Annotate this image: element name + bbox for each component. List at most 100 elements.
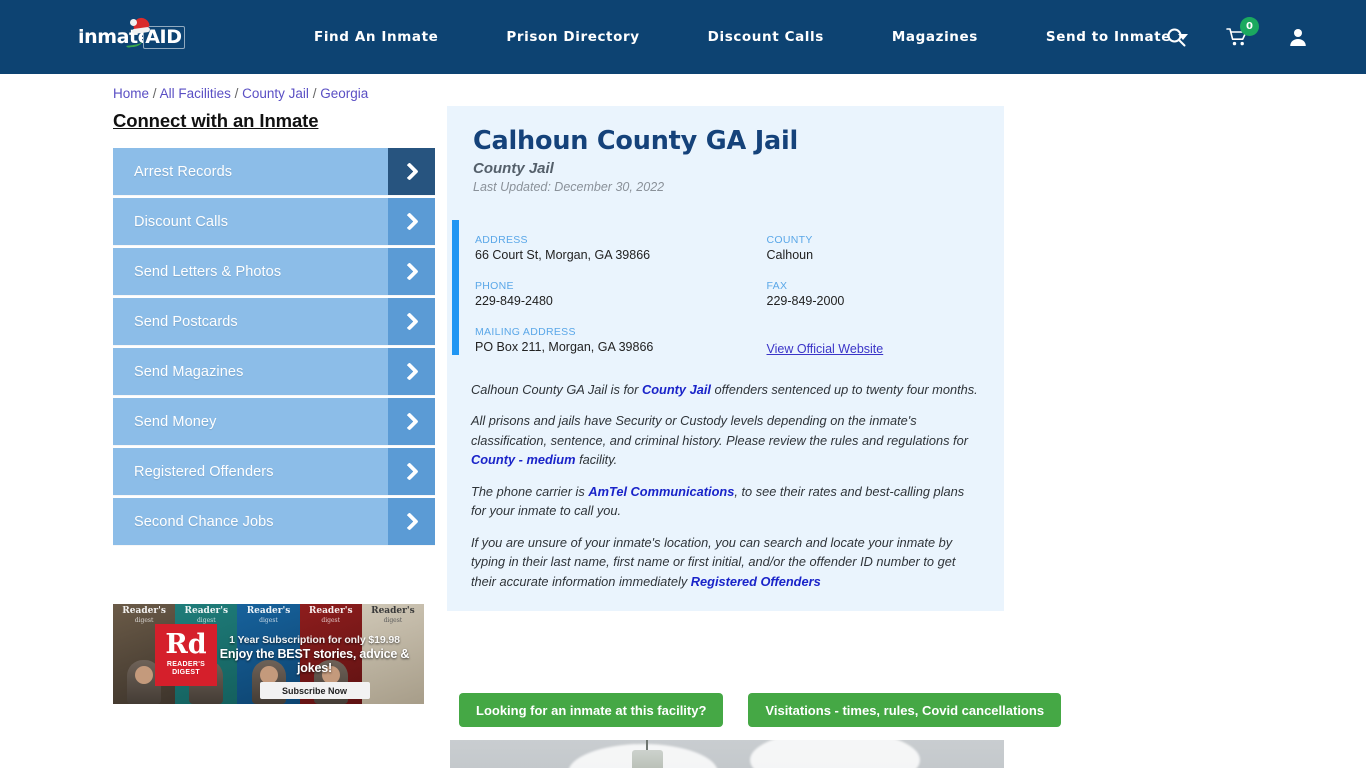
ad-cover-subtitle: digest bbox=[196, 617, 216, 624]
ad-cover-title: Reader's bbox=[122, 606, 166, 616]
ad-cover-title: Reader's bbox=[308, 606, 353, 616]
sidebar-item-label: Arrest Records bbox=[134, 163, 233, 180]
chevron-right-icon bbox=[388, 498, 435, 545]
address-value: 66 Court St, Morgan, GA 39866 bbox=[475, 248, 651, 262]
cart-count-badge: 0 bbox=[1240, 17, 1259, 36]
chevron-right-icon bbox=[388, 248, 435, 295]
p1-text-b: offenders sentenced up to twenty four mo… bbox=[710, 382, 978, 397]
shopping-cart-icon[interactable]: 0 bbox=[1226, 17, 1259, 47]
description-paragraph-4: If you are unsure of your inmate's locat… bbox=[471, 533, 980, 591]
sidebar-item-registered-offenders[interactable]: Registered Offenders bbox=[113, 448, 435, 495]
ad-magazine-cover: Reader's digest bbox=[299, 604, 362, 704]
sidebar-title: Connect with an Inmate bbox=[113, 110, 319, 131]
phone-label: PHONE bbox=[475, 280, 514, 292]
description-paragraph-3: The phone carrier is AmTel Communication… bbox=[471, 482, 980, 521]
breadcrumb-link-home[interactable]: Home bbox=[113, 86, 149, 101]
nav-label: Discount Calls bbox=[707, 29, 824, 45]
official-website-link[interactable]: View Official Website bbox=[767, 342, 1005, 356]
primary-nav: Find An Inmate Prison Directory Discount… bbox=[280, 29, 1222, 45]
nav-item-find-an-inmate[interactable]: Find An Inmate bbox=[280, 29, 472, 45]
sidebar: Connect with an Inmate Arrest Records Di… bbox=[113, 110, 435, 548]
p3-text-a: The phone carrier is bbox=[471, 483, 589, 499]
panel-accent-bar bbox=[452, 220, 459, 355]
mailing-address-label: MAILING ADDRESS bbox=[475, 326, 576, 338]
site-logo[interactable]: inmate AID bbox=[78, 16, 188, 57]
facility-description: Calhoun County GA Jail is for County Jai… bbox=[447, 372, 1004, 611]
contact-column-right: COUNTY Calhoun FAX 229-849-2000 View Off… bbox=[740, 234, 1005, 356]
sidebar-item-discount-calls[interactable]: Discount Calls bbox=[113, 198, 435, 245]
county-jail-link[interactable]: County Jail bbox=[642, 382, 711, 397]
sidebar-item-label: Send Magazines bbox=[134, 363, 244, 380]
ad-brand-logo: Rd READER'S DIGEST bbox=[155, 624, 217, 686]
ad-brand-initials: Rd bbox=[165, 629, 207, 661]
p1-text-a: Calhoun County GA Jail is for bbox=[471, 382, 642, 397]
visitations-button[interactable]: Visitations - times, rules, Covid cancel… bbox=[748, 693, 1062, 727]
nav-item-prison-directory[interactable]: Prison Directory bbox=[472, 29, 673, 45]
breadcrumb-separator: / bbox=[312, 86, 317, 101]
water-tower-tank bbox=[632, 750, 663, 768]
sidebar-item-label: Registered Offenders bbox=[134, 463, 274, 480]
chevron-right-icon bbox=[388, 398, 435, 445]
description-paragraph-1: Calhoun County GA Jail is for County Jai… bbox=[471, 380, 980, 399]
nav-label: Magazines bbox=[891, 29, 978, 45]
ad-cover-subtitle: digest bbox=[259, 617, 278, 624]
facility-info-card: Calhoun County GA Jail County Jail Last … bbox=[447, 106, 1004, 611]
sidebar-item-second-chance-jobs[interactable]: Second Chance Jobs bbox=[113, 498, 435, 545]
search-icon[interactable] bbox=[1166, 27, 1186, 47]
description-paragraph-2: All prisons and jails have Security or C… bbox=[471, 411, 980, 469]
user-account-icon[interactable] bbox=[1288, 27, 1308, 47]
registered-offenders-link[interactable]: Registered Offenders bbox=[691, 574, 821, 589]
breadcrumb-link-all-facilities[interactable]: All Facilities bbox=[160, 86, 231, 101]
breadcrumb-separator: / bbox=[152, 86, 157, 101]
ad-cover-title: Reader's bbox=[184, 606, 229, 616]
county-value: Calhoun bbox=[766, 248, 814, 262]
sidebar-item-label: Send Postcards bbox=[134, 313, 238, 330]
nav-label: Find An Inmate bbox=[314, 29, 439, 45]
ad-cover-subtitle: digest bbox=[383, 617, 403, 624]
nav-label: Send to Inmate bbox=[1045, 29, 1172, 45]
nav-utility-icons: 0 bbox=[1166, 17, 1308, 47]
breadcrumb: Home / All Facilities / County Jail / Ge… bbox=[113, 86, 368, 101]
chevron-right-icon bbox=[388, 298, 435, 345]
breadcrumb-link-georgia[interactable]: Georgia bbox=[320, 86, 368, 101]
santa-hat-icon bbox=[130, 16, 152, 35]
cta-button-row: Looking for an inmate at this facility? … bbox=[459, 693, 1062, 727]
nav-item-discount-calls[interactable]: Discount Calls bbox=[674, 29, 858, 45]
facility-contact-panel: ADDRESS 66 Court St, Morgan, GA 39866 PH… bbox=[447, 220, 1004, 372]
facility-header: Calhoun County GA Jail County Jail Last … bbox=[447, 126, 1004, 194]
mailing-address-value: PO Box 211, Morgan, GA 39866 bbox=[475, 340, 654, 354]
sidebar-item-send-money[interactable]: Send Money bbox=[113, 398, 435, 445]
amtel-communications-link[interactable]: AmTel Communications bbox=[588, 484, 734, 499]
ad-magazine-cover: Reader's digest bbox=[361, 604, 424, 704]
chevron-right-icon bbox=[388, 448, 435, 495]
advertisement-banner[interactable]: Reader's digest Reader's digest Reader's… bbox=[113, 604, 424, 704]
p2-text-b: facility. bbox=[575, 452, 618, 468]
breadcrumb-link-county-jail[interactable]: County Jail bbox=[242, 86, 309, 101]
chevron-right-icon bbox=[388, 198, 435, 245]
fax-label: FAX bbox=[766, 280, 788, 292]
top-navigation-bar: inmate AID Find An Inmate Prison Directo… bbox=[0, 0, 1366, 74]
ad-cover-title: Reader's bbox=[246, 606, 291, 616]
breadcrumb-separator: / bbox=[234, 86, 239, 101]
ad-brand-name: READER'S DIGEST bbox=[166, 660, 206, 677]
ad-cover-subtitle: digest bbox=[321, 617, 341, 624]
chevron-right-icon bbox=[388, 348, 435, 395]
county-label: COUNTY bbox=[766, 234, 813, 246]
phone-value: 229-849-2480 bbox=[475, 294, 553, 308]
sidebar-item-label: Discount Calls bbox=[134, 213, 229, 230]
find-inmate-button[interactable]: Looking for an inmate at this facility? bbox=[459, 693, 724, 727]
sidebar-item-send-letters-photos[interactable]: Send Letters & Photos bbox=[113, 248, 435, 295]
ad-magazine-cover: Reader's digest bbox=[237, 604, 300, 704]
sidebar-item-send-magazines[interactable]: Send Magazines bbox=[113, 348, 435, 395]
last-updated-text: Last Updated: December 30, 2022 bbox=[473, 180, 665, 194]
sidebar-item-label: Second Chance Jobs bbox=[134, 513, 274, 530]
chevron-right-icon bbox=[388, 148, 435, 195]
ad-cover-subtitle: digest bbox=[134, 617, 154, 624]
fax-value: 229-849-2000 bbox=[766, 294, 845, 308]
county-medium-link[interactable]: County - medium bbox=[471, 452, 576, 467]
ad-cover-title: Reader's bbox=[371, 606, 415, 616]
nav-item-magazines[interactable]: Magazines bbox=[858, 29, 1012, 45]
p2-text-a: All prisons and jails have Security or C… bbox=[471, 413, 968, 448]
sidebar-item-send-postcards[interactable]: Send Postcards bbox=[113, 298, 435, 345]
sidebar-item-arrest-records[interactable]: Arrest Records bbox=[113, 148, 435, 195]
